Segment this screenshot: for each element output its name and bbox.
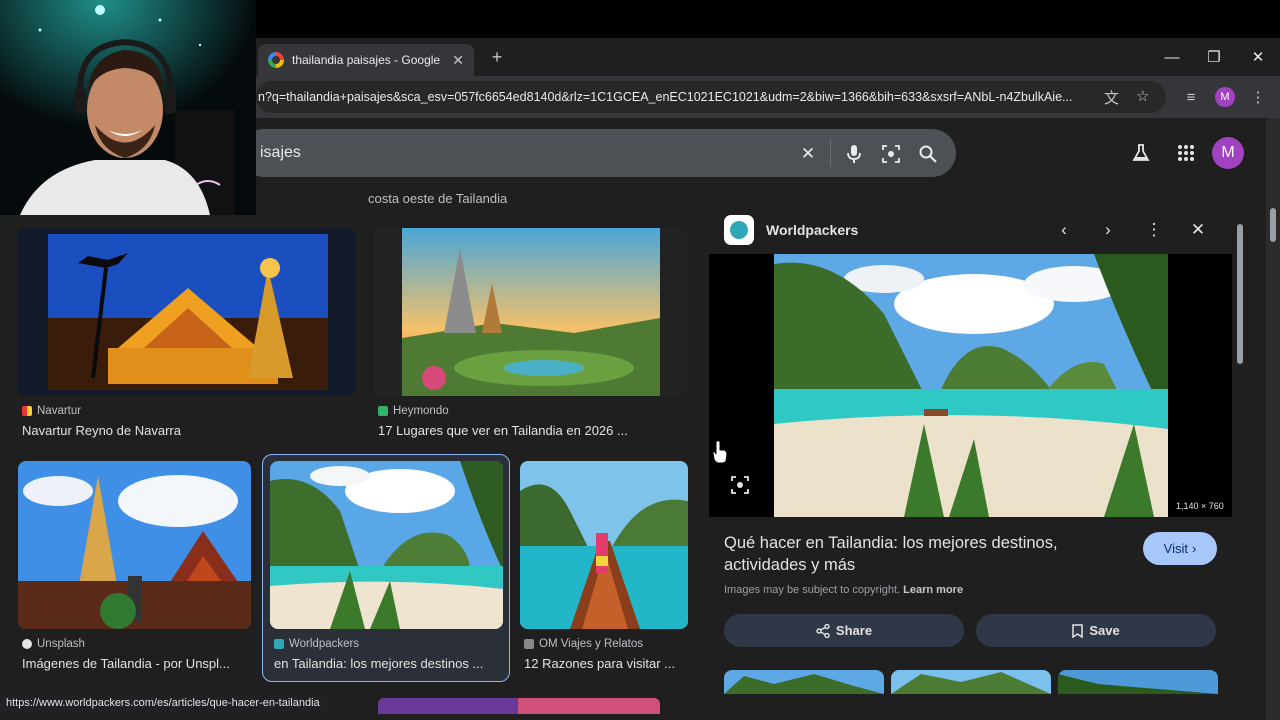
tab-close-icon[interactable]: ✕	[452, 52, 464, 69]
url-text: n?q=thailandia+paisajes&sca_esv=057fc665…	[258, 90, 1073, 104]
minimize-button[interactable]: —	[1152, 44, 1192, 70]
page-scrollbar[interactable]	[1266, 118, 1280, 720]
share-button[interactable]: Share	[724, 614, 964, 647]
worldpackers-logo-icon	[724, 215, 754, 245]
heymondo-favicon-icon	[378, 406, 388, 416]
tab-title: thailandia paisajes - Google Se	[292, 53, 445, 67]
lens-search-image-icon[interactable]	[729, 474, 751, 496]
image-dimensions: 1,140 × 760	[1176, 501, 1224, 511]
panel-scrollbar[interactable]	[1235, 210, 1245, 690]
unsplash-favicon-icon	[22, 639, 32, 649]
result-title[interactable]: en Tailandia: los mejores destinos ...	[274, 656, 499, 671]
search-query: isajes	[260, 144, 301, 161]
result-source: Heymondo	[378, 405, 449, 417]
google-favicon-icon	[268, 52, 284, 68]
bookmark-star-icon[interactable]: ☆	[1136, 87, 1149, 105]
result-image-beach-cliffs[interactable]	[270, 461, 503, 629]
result-source: Unsplash	[22, 638, 85, 650]
copyright-text: Images may be subject to copyright.	[724, 584, 901, 596]
result-title[interactable]: Imágenes de Tailandia - por Unspl...	[22, 656, 247, 671]
search-divider	[830, 139, 831, 167]
chrome-profile-avatar[interactable]: M	[1215, 87, 1235, 107]
lens-search-icon[interactable]	[880, 143, 902, 165]
apps-grid-icon[interactable]	[1174, 141, 1198, 165]
result-image-temple-day[interactable]	[18, 461, 251, 629]
new-tab-button[interactable]: +	[486, 46, 508, 68]
result-title[interactable]: Navartur Reyno de Navarra	[22, 423, 342, 438]
search-icon[interactable]	[917, 143, 939, 165]
chevron-right-icon: ›	[1191, 541, 1197, 556]
result-source-name: Unsplash	[37, 638, 85, 650]
account-avatar[interactable]: M	[1212, 137, 1244, 169]
result-source-name: Navartur	[37, 405, 82, 417]
browser-tab[interactable]: thailandia paisajes - Google Se ✕	[258, 44, 474, 76]
preview-image[interactable]	[774, 254, 1168, 517]
microphone-icon[interactable]	[843, 143, 865, 165]
result-image-longtail-boat[interactable]	[520, 461, 688, 629]
worldpackers-favicon-icon	[274, 639, 284, 649]
related-image-3[interactable]	[1058, 670, 1218, 694]
result-image-pagodas-sunset[interactable]	[374, 228, 688, 396]
visit-label: Visit	[1163, 541, 1188, 556]
save-button[interactable]: Save	[976, 614, 1216, 647]
translate-icon[interactable]: 文	[1104, 87, 1119, 108]
result-source: Navartur	[22, 405, 81, 417]
chevron-right-icon[interactable]: ›	[1097, 219, 1119, 241]
labs-flask-icon[interactable]	[1129, 141, 1153, 165]
close-panel-icon[interactable]: ✕	[1187, 219, 1209, 241]
result-image-temple-night[interactable]	[18, 228, 356, 396]
share-icon	[816, 623, 830, 638]
more-options-icon[interactable]: ⋮	[1143, 219, 1165, 241]
related-search-chip[interactable]: costa oeste de Tailandia	[368, 191, 507, 206]
navartur-favicon-icon	[22, 406, 32, 416]
copyright-notice: Images may be subject to copyright. Lear…	[724, 584, 963, 596]
share-label: Share	[835, 623, 873, 638]
panel-page-title[interactable]: Qué hacer en Tailandia: los mejores dest…	[724, 532, 1124, 576]
media-control-icon[interactable]: ≡	[1180, 86, 1202, 108]
om-viajes-favicon-icon	[524, 639, 534, 649]
chevron-left-icon[interactable]: ‹	[1053, 219, 1075, 241]
learn-more-link[interactable]: Learn more	[903, 584, 963, 596]
result-source-name: OM Viajes y Relatos	[539, 638, 643, 650]
related-image-1[interactable]	[724, 670, 884, 694]
hand-cursor-icon	[712, 440, 728, 464]
restore-button[interactable]: ❐	[1194, 44, 1234, 70]
save-label: Save	[1089, 623, 1120, 638]
status-bar-url: https://www.worldpackers.com/es/articles…	[0, 694, 326, 712]
result-source-name: Heymondo	[393, 405, 449, 417]
bookmark-icon	[1072, 623, 1084, 638]
visit-button[interactable]: Visit ›	[1143, 532, 1217, 565]
result-image-next[interactable]	[378, 698, 660, 714]
close-window-button[interactable]: ✕	[1238, 44, 1278, 70]
clear-search-icon[interactable]: ✕	[797, 143, 819, 165]
result-title[interactable]: 17 Lugares que ver en Tailandia en 2026 …	[378, 423, 678, 438]
address-bar[interactable]: n?q=thailandia+paisajes&sca_esv=057fc665…	[256, 81, 1166, 113]
result-source-name: Worldpackers	[289, 638, 360, 650]
result-title[interactable]: 12 Razones para visitar ...	[524, 656, 688, 671]
related-image-2[interactable]	[891, 670, 1051, 694]
result-source: Worldpackers	[274, 638, 359, 650]
chrome-menu-icon[interactable]: ⋮	[1247, 86, 1269, 108]
webcam-overlay	[0, 0, 256, 215]
panel-site-name[interactable]: Worldpackers	[766, 222, 858, 238]
result-source: OM Viajes y Relatos	[524, 638, 643, 650]
